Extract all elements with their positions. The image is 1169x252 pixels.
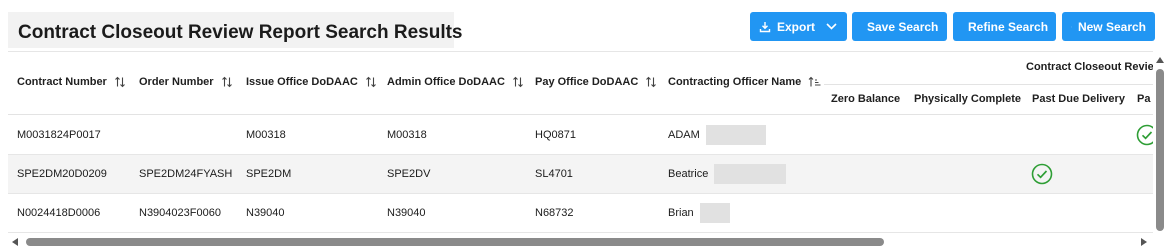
cell-contract-number: SPE2DM20D0209 — [17, 168, 107, 180]
column-header-label: Pay Office DoDAAC — [535, 76, 639, 88]
column-header-contract-number[interactable]: Contract Number — [17, 76, 126, 88]
sort-icon[interactable] — [512, 76, 524, 88]
cell-pay-office: N68732 — [535, 207, 574, 219]
export-dropdown-toggle[interactable] — [822, 12, 847, 41]
scroll-left-arrow-icon[interactable] — [12, 238, 18, 246]
column-header-past-due-delivery[interactable]: Past Due Delivery — [1032, 93, 1125, 105]
cell-admin-office: SPE2DV — [387, 168, 431, 180]
column-header-physically-complete[interactable]: Physically Complete — [914, 93, 1021, 105]
cell-contract-number: M0031824P0017 — [17, 129, 101, 141]
redacted-block — [714, 164, 787, 184]
cell-admin-office: M00318 — [387, 129, 427, 141]
column-header-pay-office[interactable]: Pay Office DoDAAC — [535, 76, 657, 88]
sort-icon[interactable] — [114, 76, 126, 88]
officer-first-name: Brian — [668, 207, 694, 219]
save-search-label: Save Search — [867, 19, 939, 34]
refine-search-button[interactable]: Refine Search — [953, 12, 1056, 41]
table-row[interactable]: SPE2DM20D0209 SPE2DM24FYASH SPE2DM SPE2D… — [8, 155, 1153, 194]
export-main[interactable]: Export — [750, 12, 822, 41]
cell-officer-name: Brian — [668, 194, 730, 232]
cell-order-number: N3904023F0060 — [139, 207, 221, 219]
column-header-label: Contract Number — [17, 76, 107, 88]
cell-pay-office: SL4701 — [535, 168, 573, 180]
check-circle-icon — [1136, 124, 1153, 146]
table-header: Contract Number Order Number Issue Offic… — [8, 52, 1153, 115]
column-header-label: Issue Office DoDAAC — [246, 76, 358, 88]
column-header-admin-office[interactable]: Admin Office DoDAAC — [387, 76, 524, 88]
export-label: Export — [777, 19, 816, 34]
officer-first-name: Beatrice — [668, 168, 709, 180]
horizontal-scroll-thumb[interactable] — [26, 238, 884, 246]
cell-officer-name: Beatrice — [668, 155, 787, 193]
cell-partial — [1136, 116, 1153, 154]
chevron-down-icon — [826, 23, 837, 30]
new-search-label: New Search — [1077, 19, 1146, 34]
cell-contract-number: N0024418D0006 — [17, 207, 101, 219]
cell-issue-office: M00318 — [246, 129, 286, 141]
save-search-button[interactable]: Save Search — [852, 12, 947, 41]
vertical-scrollbar[interactable] — [1154, 57, 1166, 235]
column-header-partial[interactable]: Pa — [1137, 93, 1150, 105]
cell-pay-office: HQ0871 — [535, 129, 576, 141]
officer-first-name: ADAM — [668, 129, 700, 141]
cell-order-number: SPE2DM24FYASH — [139, 168, 233, 180]
check-circle-icon — [1031, 163, 1053, 185]
column-header-officer-name[interactable]: Contracting Officer Name — [668, 76, 821, 88]
column-group-divider — [824, 84, 1153, 85]
sort-icon[interactable] — [645, 76, 657, 88]
cell-admin-office: N39040 — [387, 207, 426, 219]
table-row[interactable]: N0024418D0006 N3904023F0060 N39040 N3904… — [8, 194, 1153, 233]
redacted-block — [705, 125, 766, 145]
page-title: Contract Closeout Review Report Search R… — [18, 22, 463, 43]
sort-icon[interactable] — [221, 76, 233, 88]
horizontal-scrollbar[interactable] — [8, 236, 1158, 248]
vertical-scroll-thumb[interactable] — [1156, 69, 1164, 231]
export-button[interactable]: Export — [750, 12, 847, 41]
refine-search-label: Refine Search — [968, 19, 1049, 34]
column-header-label: Order Number — [139, 76, 214, 88]
redacted-block — [699, 203, 730, 223]
cell-issue-office: N39040 — [246, 207, 285, 219]
table-row[interactable]: M0031824P0017 M00318 M00318 HQ0871 ADAM — [8, 116, 1153, 155]
page-title-container: Contract Closeout Review Report Search R… — [8, 12, 463, 48]
column-header-label: Contracting Officer Name — [668, 76, 802, 88]
column-header-label: Admin Office DoDAAC — [387, 76, 505, 88]
sort-ascending-icon[interactable] — [808, 76, 821, 88]
scroll-up-arrow-icon[interactable] — [1156, 57, 1164, 63]
download-icon — [759, 21, 771, 32]
scroll-right-arrow-icon[interactable] — [1141, 238, 1147, 246]
column-header-order-number[interactable]: Order Number — [139, 76, 233, 88]
cell-past-due-delivery — [1031, 155, 1053, 193]
cell-issue-office: SPE2DM — [246, 168, 292, 180]
search-icon — [1071, 26, 1072, 27]
column-group-closeout-review: Contract Closeout Review — [1026, 61, 1153, 73]
results-table: Contract Number Order Number Issue Offic… — [8, 51, 1153, 234]
cell-officer-name: ADAM — [668, 116, 766, 154]
column-header-zero-balance[interactable]: Zero Balance — [831, 93, 900, 105]
sort-icon[interactable] — [365, 76, 377, 88]
column-header-issue-office[interactable]: Issue Office DoDAAC — [246, 76, 377, 88]
new-search-button[interactable]: New Search — [1062, 12, 1155, 41]
